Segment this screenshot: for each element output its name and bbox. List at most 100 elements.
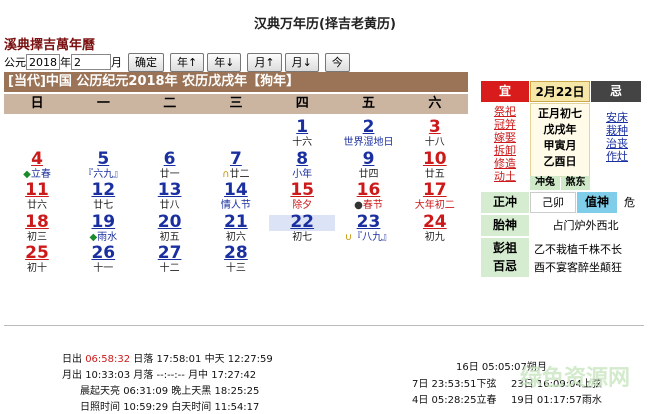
ji-item[interactable]: 栽种 xyxy=(593,124,641,137)
day-number: 4 xyxy=(31,148,43,169)
day-lunar-text: 初十 xyxy=(27,263,47,274)
phase-row-2a: 7日 23:53:51下弦 xyxy=(412,379,497,390)
day-number: 25 xyxy=(25,243,49,263)
day-number: 7 xyxy=(229,148,242,169)
day-lunar-text: 世界湿地日 xyxy=(343,137,394,148)
day-lunar: 十二 xyxy=(137,262,203,275)
zhishen-label: 值神 xyxy=(577,192,617,213)
day-cell[interactable]: 25 初十 xyxy=(4,244,70,284)
moonrise-label: 月出 xyxy=(62,370,82,381)
day-number: 2 xyxy=(362,117,375,137)
day-lunar-text: 廿七 xyxy=(93,200,114,211)
day-lunar: 十一 xyxy=(70,262,136,275)
day-cell[interactable]: 28 十三 xyxy=(203,244,269,284)
day-lunar-text: 廿八 xyxy=(159,200,180,211)
weekday-fri: 五 xyxy=(362,96,376,111)
chong-badge: 冲兔 xyxy=(530,176,560,190)
ji-item[interactable]: 作灶 xyxy=(593,150,641,163)
lunar-line: 乙酉日 xyxy=(543,155,577,168)
day-lunar: 情人节 xyxy=(203,199,269,212)
year-input[interactable] xyxy=(26,54,60,70)
taishen-label: 胎神 xyxy=(481,215,529,236)
year-unit: 年 xyxy=(60,56,71,69)
day-lunar: 十八 xyxy=(402,136,468,149)
watermark: 绿色资源网 xyxy=(520,366,631,391)
sunset-label: 日落 xyxy=(133,354,154,365)
ji-item[interactable]: 治丧 xyxy=(593,137,641,150)
day-number: 21 xyxy=(224,211,248,232)
year-banner: [当代]中国 公历纪元2018年 农历戊戌年【狗年】 xyxy=(4,72,468,92)
day-lunar-text: 廿二 xyxy=(229,168,250,180)
weekday-sun: 日 xyxy=(30,96,44,111)
divider xyxy=(4,325,644,326)
lunar-line: 甲寅月 xyxy=(543,139,577,152)
banner-zodiac: 【狗年】 xyxy=(247,74,300,89)
yi-item[interactable]: 修造 xyxy=(481,157,529,170)
year-down-button[interactable]: 年↓ xyxy=(207,52,242,72)
day-number: 19 xyxy=(91,211,116,232)
pengzu-line-1: 乙不栽植千株不长 xyxy=(534,243,622,256)
phase-row-3a: 4日 05:28:25立春 xyxy=(412,395,497,406)
zhishen-value: 危 xyxy=(624,196,635,209)
day-number: 12 xyxy=(91,180,116,200)
day-cell[interactable]: 24 初九 xyxy=(402,213,468,253)
confirm-button[interactable]: 确定 xyxy=(128,52,164,72)
ji-list: 安床 栽种 治丧 作灶 xyxy=(593,111,641,163)
day-lunar-text: 初九 xyxy=(424,231,445,243)
ji-item[interactable]: 安床 xyxy=(593,111,641,124)
day-number: 20 xyxy=(157,211,182,232)
app-title: 汉典万年历(择吉老黄历) xyxy=(254,17,396,32)
day-number: 26 xyxy=(91,243,116,263)
day-lunar-text: 小年 xyxy=(292,168,313,180)
moonset-time: --:--:-- xyxy=(156,370,185,381)
moon-noon-time: 17:27:42 xyxy=(211,370,257,381)
month-down-button[interactable]: 月↓ xyxy=(284,52,319,72)
weekday-sat: 六 xyxy=(428,96,442,111)
day-cell[interactable]: 23 ∪『八九』 xyxy=(336,213,402,253)
yi-item[interactable]: 祭祀 xyxy=(481,105,529,118)
today-button[interactable]: 今 xyxy=(324,52,350,72)
month-input[interactable] xyxy=(71,54,111,70)
pengzu-text: 乙不栽植千株不长 酉不宴客醉坐颠狂 xyxy=(534,241,641,277)
day-number: 6 xyxy=(163,148,176,169)
day-lunar: 大年初二 xyxy=(402,199,468,212)
yi-item[interactable]: 嫁娶 xyxy=(481,131,529,144)
day-lunar-text: 初六 xyxy=(225,231,246,243)
day-cell[interactable]: 27 十二 xyxy=(137,244,203,284)
day-number: 3 xyxy=(428,117,441,137)
day-lunar-text: 十六 xyxy=(292,137,313,148)
day-lunar: ∪『八九』 xyxy=(336,231,402,244)
yi-item[interactable]: 冠笄 xyxy=(481,118,529,131)
year-up-button[interactable]: 年↑ xyxy=(170,52,205,72)
day-lunar: ◆雨水 xyxy=(70,231,136,244)
day-lunar: 廿五 xyxy=(402,168,468,181)
month-unit: 月 xyxy=(111,56,122,69)
phase-row-3b: 19日 01:17:57雨水 xyxy=(511,395,602,406)
day-lunar: 初七 xyxy=(269,231,335,244)
day-lunar: 初五 xyxy=(137,231,203,244)
day-lunar: 『六九』 xyxy=(70,168,136,181)
pengzu-label-1: 彭祖 xyxy=(492,241,517,255)
dusk-label: 晚上天黑 xyxy=(171,386,212,397)
solar-term-icon: ◆ xyxy=(23,168,31,180)
day-number: 1 xyxy=(296,117,309,137)
day-number: 8 xyxy=(296,148,309,169)
day-lunar: 除夕 xyxy=(269,199,335,212)
day-lunar: 十三 xyxy=(203,262,269,275)
moonset-label: 月落 xyxy=(133,370,154,381)
weekday-wed: 三 xyxy=(229,96,243,111)
moon-noon-label: 月中 xyxy=(188,370,209,381)
day-lunar-text: 立春 xyxy=(30,168,51,180)
dusk-time: 18:25:25 xyxy=(214,386,260,397)
day-lunar-text: 初七 xyxy=(292,231,313,243)
day-number: 13 xyxy=(157,180,182,200)
month-up-button[interactable]: 月↑ xyxy=(247,52,282,72)
day-number: 24 xyxy=(422,211,447,232)
day-lunar: 廿八 xyxy=(137,199,203,212)
almanac-panel: 宜 2月22日 忌 祭祀 冠笄 嫁娶 拆卸 修造 动土 正月初七 戊戌年 甲寅月 乙酉日 安床栽… xyxy=(481,81,641,281)
yi-item[interactable]: 动土 xyxy=(481,170,529,183)
day-cell[interactable]: 22 初七 xyxy=(269,212,336,253)
yi-item[interactable]: 拆卸 xyxy=(481,144,529,157)
day-number: 9 xyxy=(362,148,375,169)
day-cell[interactable]: 26 十一 xyxy=(70,244,136,284)
